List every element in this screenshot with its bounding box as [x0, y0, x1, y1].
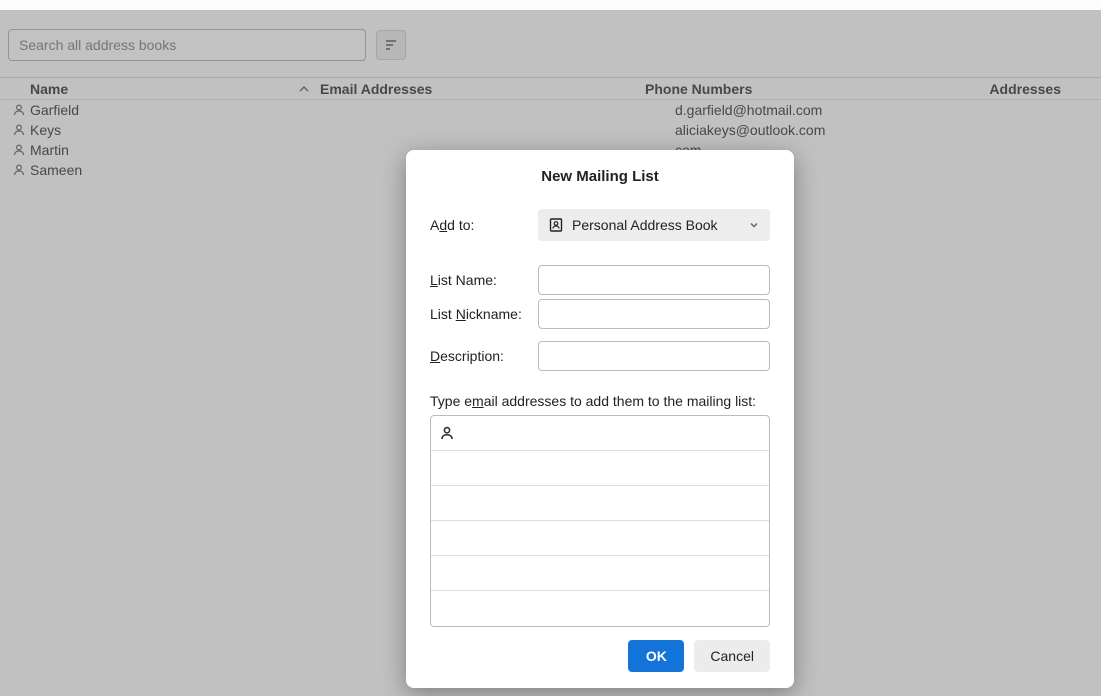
description-input[interactable] — [538, 341, 770, 371]
list-name-label: List Name: — [430, 272, 538, 288]
email-row[interactable] — [431, 451, 769, 486]
person-outline-icon — [439, 425, 455, 441]
list-nickname-label: List Nickname: — [430, 306, 538, 322]
email-row[interactable] — [431, 416, 769, 451]
dialog-actions: OK Cancel — [430, 640, 770, 672]
dialog-title: New Mailing List — [430, 168, 770, 185]
email-row[interactable] — [431, 591, 769, 626]
list-nickname-input[interactable] — [538, 299, 770, 329]
cancel-button[interactable]: Cancel — [694, 640, 770, 672]
list-name-input[interactable] — [538, 265, 770, 295]
ok-button[interactable]: OK — [628, 640, 684, 672]
add-to-value: Personal Address Book — [572, 217, 718, 233]
add-to-select[interactable]: Personal Address Book — [538, 209, 770, 241]
email-row[interactable] — [431, 556, 769, 591]
add-to-label: Add to: — [430, 217, 538, 233]
address-book-icon — [548, 217, 564, 233]
chevron-down-icon — [748, 219, 760, 231]
instruction-text: Type email addresses to add them to the … — [430, 393, 770, 409]
email-address-list[interactable] — [430, 415, 770, 627]
description-label: Description: — [430, 348, 538, 364]
email-row[interactable] — [431, 521, 769, 556]
new-mailing-list-dialog: New Mailing List Add to: Personal Addres… — [406, 150, 794, 688]
email-row[interactable] — [431, 486, 769, 521]
